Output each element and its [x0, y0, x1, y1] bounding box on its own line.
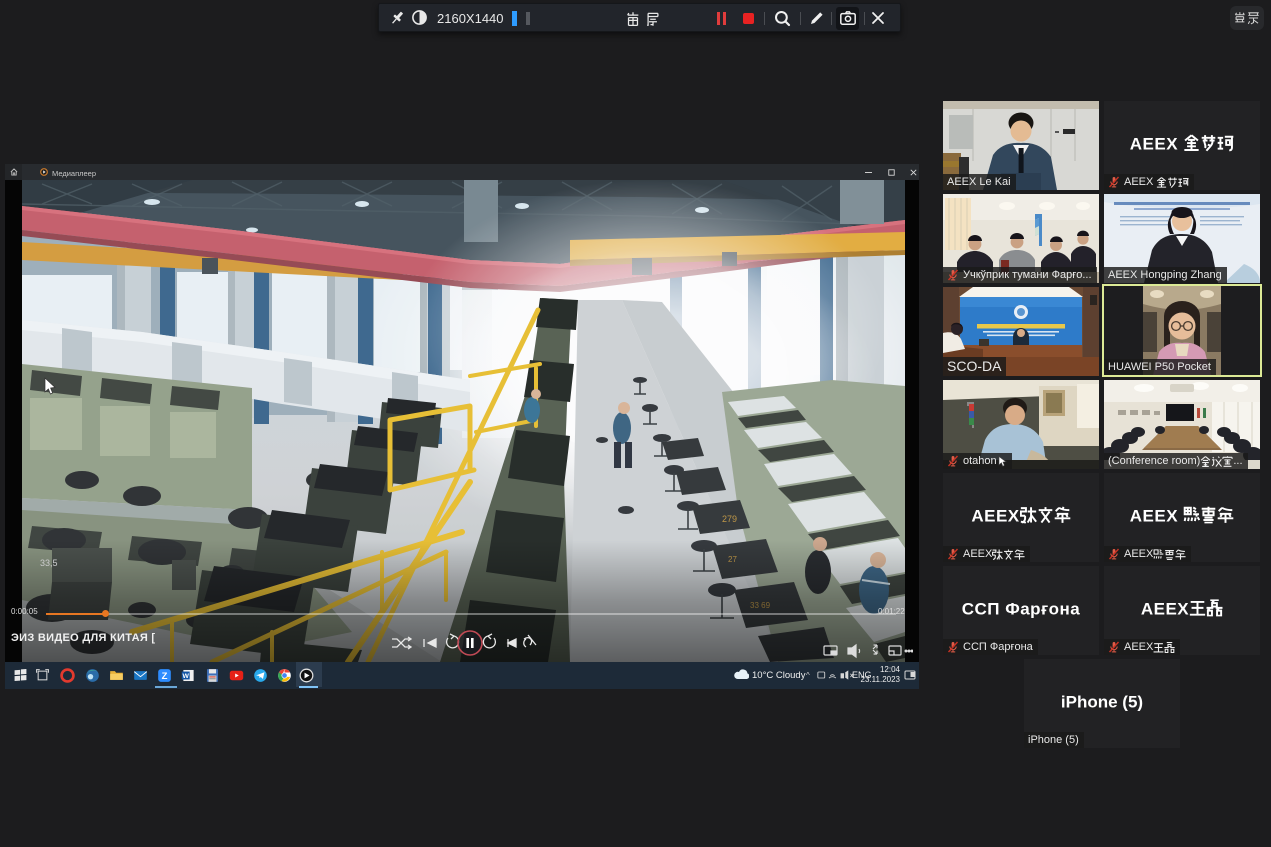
svg-text:W: W	[183, 673, 190, 680]
svg-text:Z: Z	[162, 671, 168, 682]
